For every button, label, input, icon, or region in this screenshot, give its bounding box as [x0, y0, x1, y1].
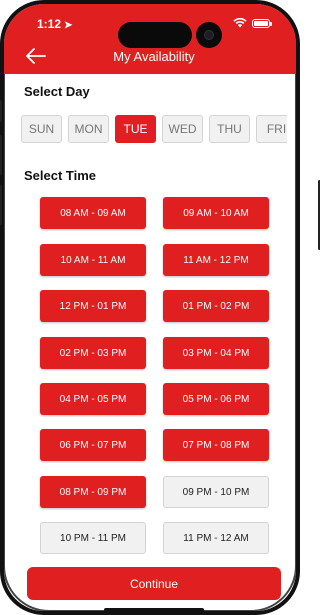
time-slot[interactable]: 10 AM - 11 AM — [40, 244, 146, 276]
home-indicator — [104, 608, 204, 611]
dynamic-island — [118, 22, 192, 48]
time-slot[interactable]: 03 PM - 04 PM — [163, 337, 269, 369]
time-slot[interactable]: 08 PM - 09 PM — [40, 476, 146, 508]
time-slot[interactable]: 09 AM - 10 AM — [163, 197, 269, 229]
status-icons — [233, 18, 272, 28]
location-arrow-icon: ➤ — [64, 20, 73, 31]
time-slot[interactable]: 05 PM - 06 PM — [163, 383, 269, 415]
page-title: My Availability — [113, 49, 195, 64]
time-slot[interactable]: 09 PM - 10 PM — [163, 476, 269, 508]
day-wed[interactable]: WED — [162, 115, 203, 143]
day-fri[interactable]: FRI — [256, 115, 287, 143]
status-bar-time: 1:12 ➤ — [37, 17, 72, 31]
day-tue[interactable]: TUE — [115, 115, 156, 143]
time-slot[interactable]: 11 PM - 12 AM — [163, 522, 269, 554]
wifi-icon — [233, 18, 247, 28]
time-slot[interactable]: 07 PM - 08 PM — [163, 429, 269, 461]
day-selector: SUN MON TUE WED THU FRI — [21, 115, 287, 145]
time-slot[interactable]: 11 AM - 12 PM — [163, 244, 269, 276]
time-slot[interactable]: 08 AM - 09 AM — [40, 197, 146, 229]
time-slot[interactable]: 01 PM - 02 PM — [163, 290, 269, 322]
select-time-heading: Select Time — [24, 168, 97, 183]
side-button-mute — [0, 100, 2, 122]
side-button-volume-up — [0, 135, 2, 175]
battery-icon — [252, 18, 272, 28]
time-slot[interactable]: 04 PM - 05 PM — [40, 383, 146, 415]
status-time-text: 1:12 — [37, 17, 62, 31]
time-slot[interactable]: 06 PM - 07 PM — [40, 429, 146, 461]
phone-frame: 1:12 ➤ My Availability Select Day SUN MON… — [0, 0, 300, 615]
time-slot[interactable]: 12 PM - 01 PM — [40, 290, 146, 322]
day-thu[interactable]: THU — [209, 115, 250, 143]
select-day-heading: Select Day — [24, 84, 90, 99]
front-camera — [196, 22, 222, 48]
time-slot[interactable]: 10 PM - 11 PM — [40, 522, 146, 554]
day-mon[interactable]: MON — [68, 115, 109, 143]
app-header: 1:12 ➤ My Availability — [4, 4, 296, 74]
side-button-volume-down — [0, 185, 2, 225]
day-sun[interactable]: SUN — [21, 115, 62, 143]
time-slot[interactable]: 02 PM - 03 PM — [40, 337, 146, 369]
continue-button[interactable]: Continue — [27, 567, 281, 600]
